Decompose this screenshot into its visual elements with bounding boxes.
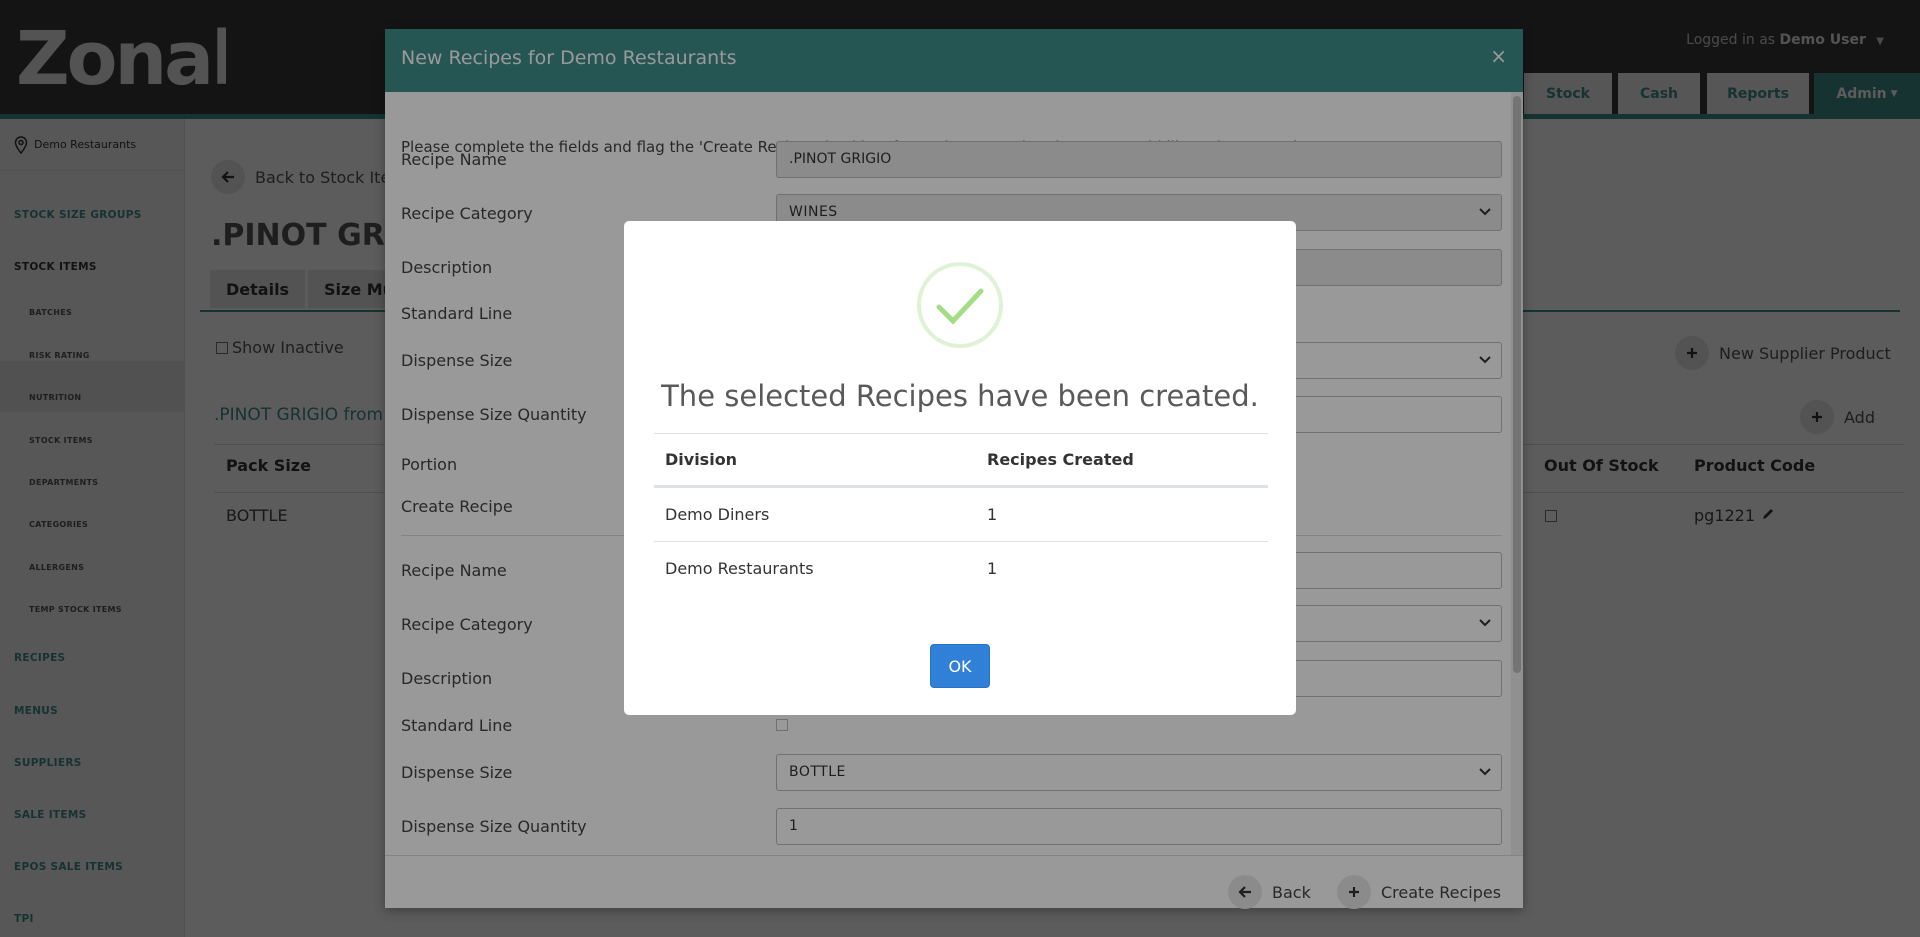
table-row: Demo Diners 1 [654, 487, 1268, 541]
recipes-created-table: Division Recipes Created Demo Diners 1 D… [654, 433, 1268, 595]
table-header-row: Division Recipes Created [654, 433, 1268, 487]
cell-division: Demo Restaurants [665, 559, 814, 578]
cell-division: Demo Diners [665, 505, 770, 524]
dialog-title: The selected Recipes have been created. [661, 379, 1259, 413]
column-header-division: Division [665, 450, 738, 469]
cell-recipes-created: 1 [987, 559, 998, 578]
table-row: Demo Restaurants 1 [654, 541, 1268, 595]
success-check-icon [917, 262, 1003, 348]
success-dialog: The selected Recipes have been created. … [624, 221, 1296, 715]
column-header-recipes-created: Recipes Created [987, 450, 1134, 469]
cell-recipes-created: 1 [987, 505, 998, 524]
ok-button[interactable]: OK [930, 644, 990, 688]
